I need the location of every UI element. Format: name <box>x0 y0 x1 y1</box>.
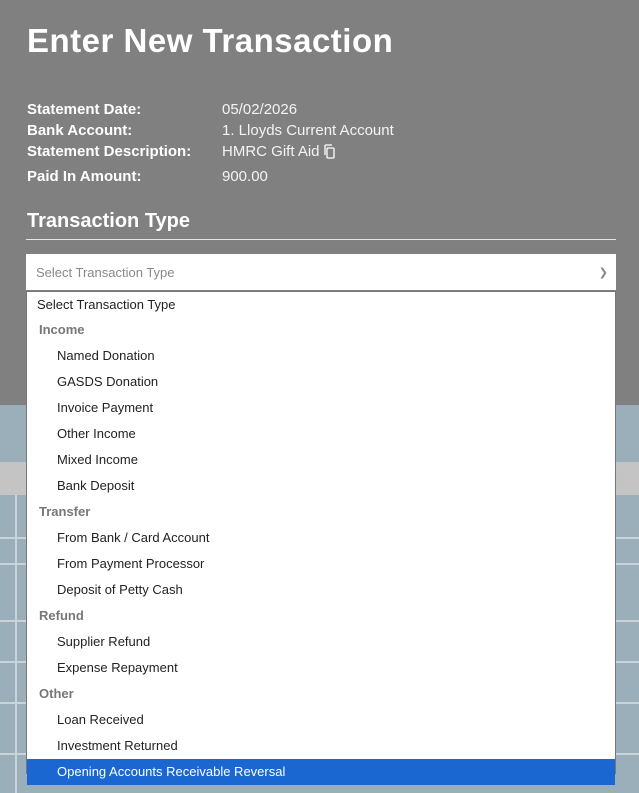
statement-description-value: HMRC Gift Aid <box>222 143 320 160</box>
option-named-donation[interactable]: Named Donation <box>27 343 615 369</box>
group-transfer: Transfer <box>39 504 91 519</box>
option-from-bank-card-account[interactable]: From Bank / Card Account <box>27 525 615 551</box>
statement-info: Statement Date: 05/02/2026 Bank Account:… <box>27 99 394 187</box>
option-select-transaction-type[interactable]: Select Transaction Type <box>27 292 615 317</box>
statement-date-value: 05/02/2026 <box>222 101 298 118</box>
paid-in-amount-value: 900.00 <box>222 168 268 185</box>
option-from-payment-processor[interactable]: From Payment Processor <box>27 551 615 577</box>
option-supplier-refund[interactable]: Supplier Refund <box>27 629 615 655</box>
option-bank-deposit[interactable]: Bank Deposit <box>27 473 615 499</box>
bank-account-row: Bank Account: 1. Lloyds Current Account <box>27 120 394 141</box>
bank-account-label: Bank Account: <box>27 122 133 139</box>
option-invoice-payment[interactable]: Invoice Payment <box>27 395 615 421</box>
group-income: Income <box>39 322 85 337</box>
paid-in-amount-label: Paid In Amount: <box>27 168 142 185</box>
option-mixed-income[interactable]: Mixed Income <box>27 447 615 473</box>
option-opening-accounts-receivable-reversal[interactable]: Opening Accounts Receivable Reversal <box>27 759 615 785</box>
option-loan-received[interactable]: Loan Received <box>27 707 615 733</box>
group-refund: Refund <box>39 608 84 623</box>
bank-account-value: 1. Lloyds Current Account <box>222 122 394 139</box>
option-other-income[interactable]: Other Income <box>27 421 615 447</box>
chevron-down-icon: ❯ <box>598 266 608 279</box>
select-placeholder: Select Transaction Type <box>36 264 175 280</box>
statement-date-row: Statement Date: 05/02/2026 <box>27 99 394 120</box>
transaction-type-select[interactable]: Select Transaction Type ❯ <box>26 254 616 290</box>
section-title: Transaction Type <box>27 210 191 232</box>
option-deposit-of-petty-cash[interactable]: Deposit of Petty Cash <box>27 577 615 603</box>
statement-description-row: Statement Description: HMRC Gift Aid <box>27 141 394 162</box>
grid-line <box>15 495 17 793</box>
option-gasds-donation[interactable]: GASDS Donation <box>27 369 615 395</box>
statement-date-label: Statement Date: <box>27 101 142 118</box>
paid-in-amount-row: Paid In Amount: 900.00 <box>27 166 394 187</box>
statement-description-label: Statement Description: <box>27 143 192 160</box>
option-expense-repayment[interactable]: Expense Repayment <box>27 655 615 681</box>
divider <box>26 239 616 240</box>
group-other: Other <box>39 686 74 701</box>
transaction-type-dropdown[interactable]: Select Transaction Type Income Named Don… <box>26 291 616 785</box>
page-title: Enter New Transaction <box>27 22 394 59</box>
copy-icon[interactable] <box>323 144 336 159</box>
option-investment-returned[interactable]: Investment Returned <box>27 733 615 759</box>
